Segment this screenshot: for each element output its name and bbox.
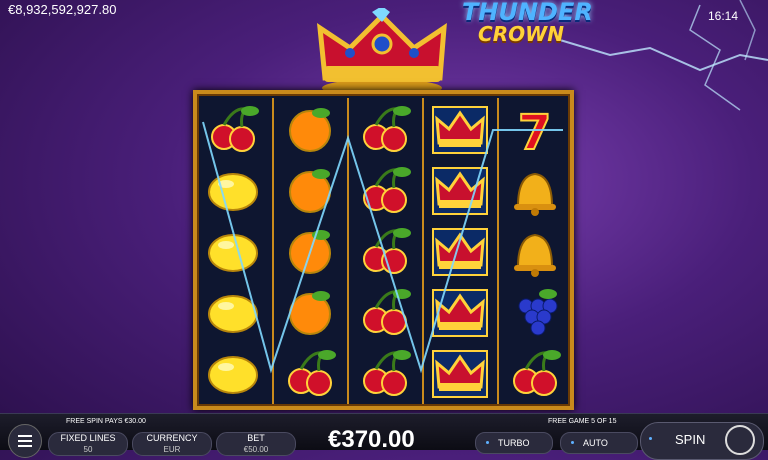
logo-line-1: THUNDER [462,0,593,26]
cherry-symbol [349,98,421,159]
clock: 16:14 [707,9,738,23]
fixed-lines-label: FIXED LINES [60,433,116,443]
orange-symbol [274,281,346,342]
bell-symbol [499,159,571,220]
game-logo: THUNDER CROWN [462,0,593,46]
balance-display: €8,932,592,927.80 [8,2,117,17]
turbo-button[interactable]: TURBO [475,432,553,454]
cherry-symbol [197,98,269,159]
spin-button[interactable]: SPIN [640,422,764,460]
fixed-lines-display: FIXED LINES 50 [48,432,128,456]
bet-button[interactable]: BET €50.00 [216,432,296,456]
lemon-symbol [197,159,269,220]
menu-button[interactable] [8,424,42,458]
auto-label: AUTO [583,438,608,448]
reel-5: 7 [497,98,571,404]
auto-button[interactable]: AUTO [560,432,638,454]
reel-2 [272,98,346,404]
crown-ornament [316,8,447,96]
grapes-symbol [499,281,571,342]
free-spin-pays: FREE SPIN PAYS €30.00 [66,418,146,425]
reel-frame: 7 [193,90,574,410]
reel-3 [347,98,421,404]
turbo-label: TURBO [498,438,530,448]
lemon-symbol [197,342,269,403]
currency-display: CURRENCY EUR [132,432,212,456]
orange-symbol [274,220,346,281]
bell-symbol [499,220,571,281]
currency-label: CURRENCY [146,433,198,443]
crown-symbol [424,220,496,281]
crown-symbol [424,342,496,403]
seven-symbol: 7 [499,98,571,159]
logo-line-2: CROWN [478,22,564,46]
cherry-symbol [349,281,421,342]
cherry-symbol [499,342,571,403]
cherry-symbol [349,342,421,403]
free-game-counter: FREE GAME 5 OF 15 [548,418,617,425]
crown-symbol [424,159,496,220]
cherry-symbol [274,342,346,403]
spin-label: SPIN [675,432,706,447]
crown-symbol [424,281,496,342]
bet-label: BET [247,433,265,443]
menu-icon [18,435,32,437]
orange-symbol [274,159,346,220]
spin-arrows-icon [725,425,755,455]
svg-text:7: 7 [518,105,551,157]
reel-4 [422,98,496,404]
lemon-symbol [197,281,269,342]
orange-symbol [274,98,346,159]
cherry-symbol [349,220,421,281]
lemon-symbol [197,220,269,281]
reel-1 [197,98,269,404]
crown-symbol [424,98,496,159]
cherry-symbol [349,159,421,220]
